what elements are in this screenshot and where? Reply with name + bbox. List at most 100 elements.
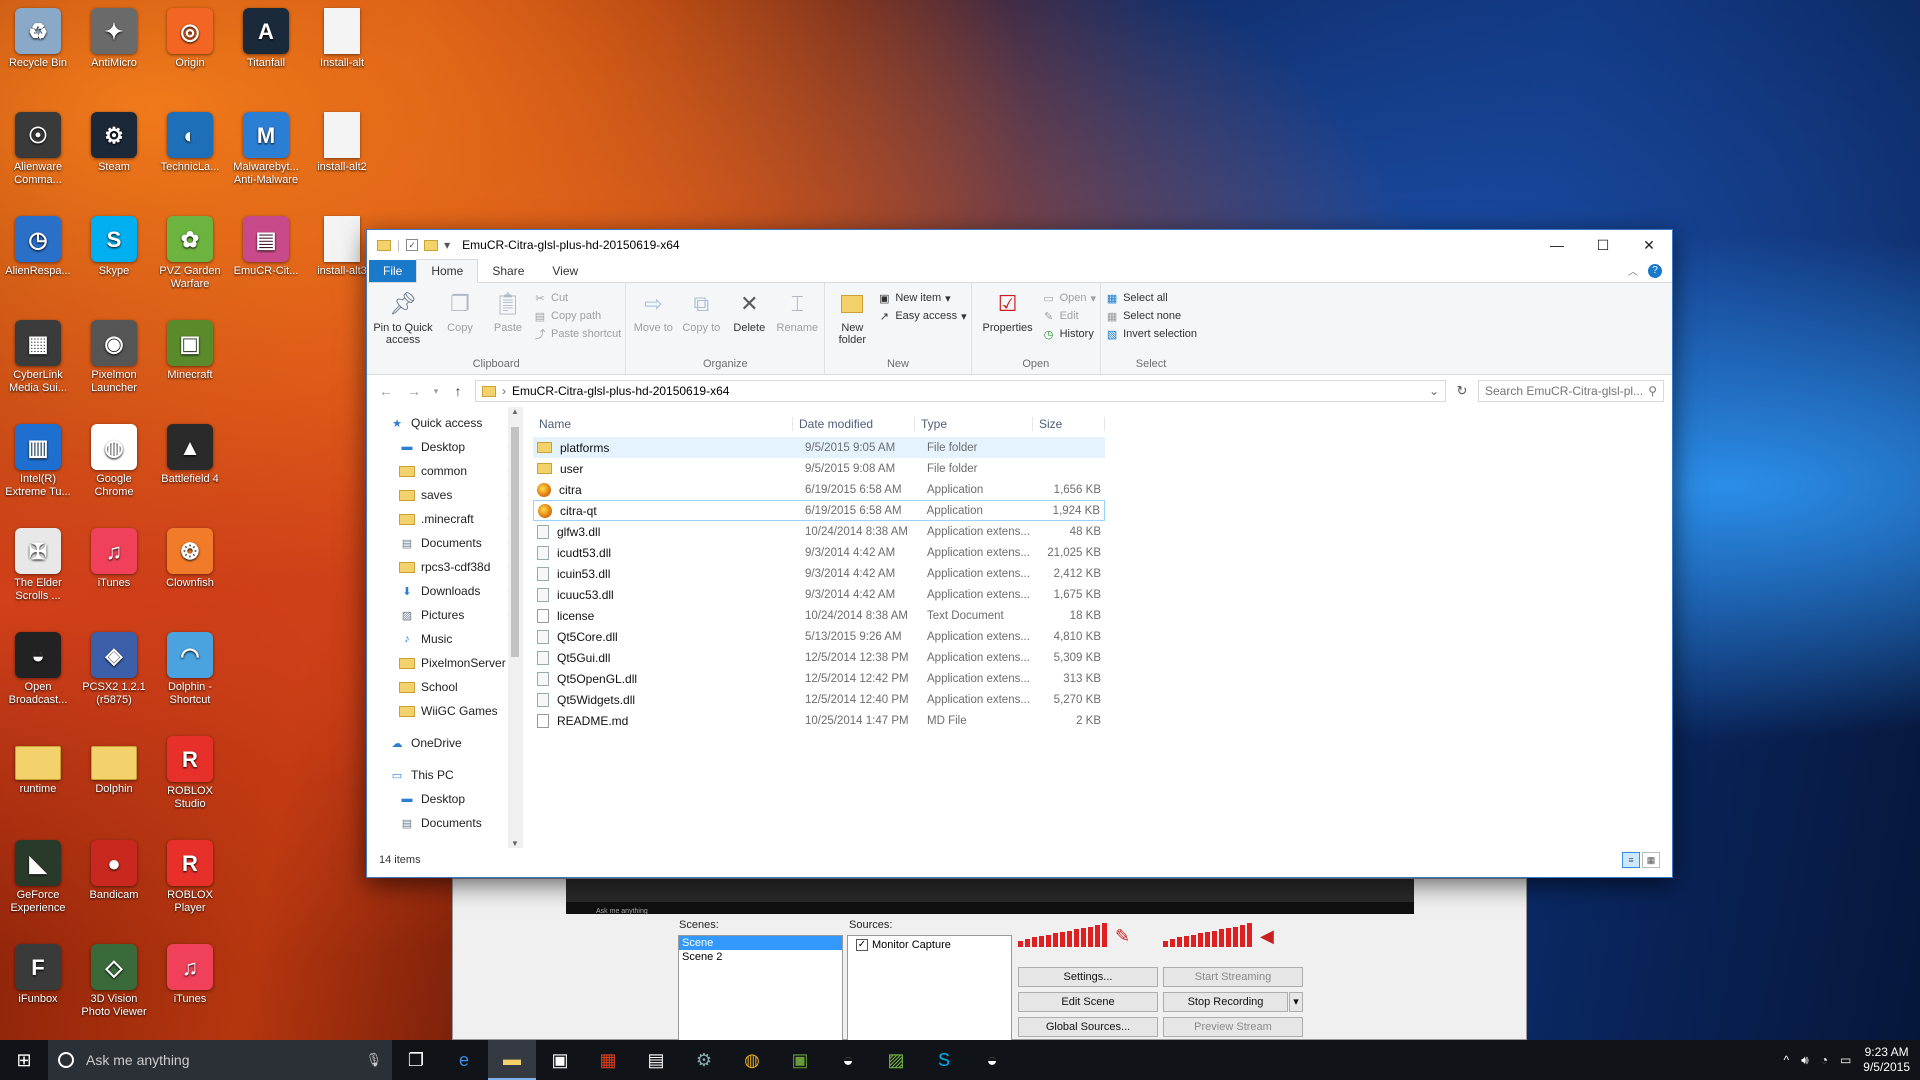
nav-item[interactable]: ▬Desktop✦ xyxy=(367,435,522,459)
desktop-shortcut[interactable]: M Malwarebyt... Anti-Malware xyxy=(228,112,304,187)
task-view-icon[interactable]: ❐ xyxy=(392,1040,440,1080)
tab-view[interactable]: View xyxy=(538,260,592,282)
microphone-icon[interactable]: ✎ xyxy=(1115,926,1130,947)
file-name-cell[interactable]: citra-qt xyxy=(534,503,793,518)
edge-icon[interactable]: e xyxy=(440,1040,488,1080)
desktop-shortcut[interactable]: ◈ PCSX2 1.2.1 (r5875) xyxy=(76,632,152,707)
file-row[interactable]: Qt5Gui.dll 12/5/2014 12:38 PM Application … xyxy=(533,647,1105,668)
microphone-icon[interactable]: 🎙︎ xyxy=(365,1052,382,1068)
nav-item[interactable]: ⬇Downloads✦ xyxy=(367,579,522,603)
start-button[interactable]: ⊞ xyxy=(0,1040,48,1080)
nav-item[interactable]: rpcs3-cdf38d✦ xyxy=(367,555,522,579)
copy-path-button[interactable]: ▤ Copy path xyxy=(533,309,621,323)
calculator-icon[interactable]: ▤ xyxy=(632,1040,680,1080)
maximize-button[interactable]: ☐ xyxy=(1580,230,1626,260)
new-folder-button[interactable]: New folder xyxy=(829,287,875,358)
open-button[interactable]: ▭ Open ▾ xyxy=(1042,291,1096,305)
large-icons-view-icon[interactable]: ▦ xyxy=(1642,852,1660,868)
nav-item[interactable]: ★ Quick access xyxy=(367,411,522,435)
nav-item[interactable]: ▤ Documents xyxy=(367,811,522,835)
tab-home[interactable]: Home xyxy=(416,259,479,283)
file-row[interactable]: Qt5OpenGL.dll 12/5/2014 12:42 PM Applicati… xyxy=(533,668,1105,689)
desktop-shortcut[interactable]: R ROBLOX Studio xyxy=(152,736,228,811)
history-button[interactable]: ◷ History xyxy=(1042,327,1096,341)
column-header-name[interactable]: Name xyxy=(533,417,793,431)
search-icon[interactable]: ⚲ xyxy=(1648,384,1657,398)
column-header-type[interactable]: Type xyxy=(915,417,1033,431)
desktop-shortcut[interactable]: Install-alt xyxy=(304,8,380,70)
search-input[interactable] xyxy=(1485,384,1649,398)
paste-button[interactable]: 📋︎ Paste xyxy=(485,287,531,358)
copy-to-button[interactable]: ⧉ Copy to xyxy=(678,287,724,358)
file-row[interactable]: icudt53.dll 9/3/2014 4:42 AM Application e… xyxy=(533,542,1105,563)
desktop-shortcut[interactable]: ● Bandicam xyxy=(76,840,152,902)
tab-share[interactable]: Share xyxy=(478,260,538,282)
easy-access-button[interactable]: ↗ Easy access ▾ xyxy=(877,309,967,323)
desktop-shortcut[interactable]: runtime xyxy=(0,736,76,796)
desktop-shortcut[interactable]: ▦ CyberLink Media Sui... xyxy=(0,320,76,395)
desktop-shortcut[interactable]: ◠ Dolphin - Shortcut xyxy=(152,632,228,707)
desktop-shortcut[interactable]: ▣ Minecraft xyxy=(152,320,228,382)
desktop-shortcut[interactable]: ◷ AlienRespa... xyxy=(0,216,76,278)
help-icon[interactable]: ? xyxy=(1648,263,1662,278)
edit-scene-button[interactable]: Edit Scene xyxy=(1018,992,1158,1012)
desktop-shortcut[interactable]: ✦ AntiMicro xyxy=(76,8,152,70)
file-row[interactable]: Qt5Widgets.dll 12/5/2014 12:40 PM Applicat… xyxy=(533,689,1105,710)
speaker-icon[interactable]: ◀ xyxy=(1260,926,1274,947)
desktop-shortcut[interactable]: Dolphin xyxy=(76,736,152,796)
nav-scrollbar[interactable]: ▲ ▼ xyxy=(508,407,522,848)
scene-item[interactable]: Scene 2 xyxy=(679,950,842,964)
collapse-ribbon-icon[interactable]: ︿ xyxy=(1628,263,1638,278)
global-sources-button[interactable]: Global Sources... xyxy=(1018,1017,1158,1037)
desktop-shortcut[interactable]: ▥ Intel(R) Extreme Tu... xyxy=(0,424,76,499)
chrome-taskbar-icon[interactable]: ◍ xyxy=(728,1040,776,1080)
desktop-shortcut[interactable]: ✿ PVZ Garden Warfare xyxy=(152,216,228,291)
desktop-shortcut[interactable]: ▲ Battlefield 4 xyxy=(152,424,228,486)
invert-selection-button[interactable]: ▧ Invert selection xyxy=(1105,327,1197,341)
up-button[interactable]: ↑ xyxy=(447,383,469,399)
nav-item[interactable]: ☁ OneDrive xyxy=(367,731,522,755)
file-name-cell[interactable]: Qt5Widgets.dll xyxy=(533,692,793,707)
move-to-button[interactable]: ⇨ Move to xyxy=(630,287,676,358)
store-icon[interactable]: ▣ xyxy=(536,1040,584,1080)
desktop-shortcut[interactable]: ☉ Alienware Comma... xyxy=(0,112,76,187)
sources-list[interactable]: ✓ Monitor Capture xyxy=(847,935,1012,1041)
details-view-icon[interactable]: ≡ xyxy=(1622,852,1640,868)
desktop-shortcut[interactable]: ▤ EmuCR-Cit... xyxy=(228,216,304,278)
desktop-shortcut[interactable]: ◒ Open Broadcast... xyxy=(0,632,76,707)
nav-item[interactable]: .minecraft✦ xyxy=(367,507,522,531)
cortana-search[interactable]: Ask me anything 🎙︎ xyxy=(48,1040,392,1080)
edit-button[interactable]: ✎ Edit xyxy=(1042,309,1096,323)
new-item-button[interactable]: ▣ New item ▾ xyxy=(877,291,966,305)
cut-button[interactable]: ✂ Cut xyxy=(533,291,621,305)
file-row[interactable]: icuuc53.dll 9/3/2014 4:42 AM Application e… xyxy=(533,584,1105,605)
nav-item[interactable]: ♪ Music xyxy=(367,627,522,651)
scene-item[interactable]: Scene xyxy=(679,936,842,950)
paste-shortcut-button[interactable]: ⤴ Paste shortcut xyxy=(533,327,622,341)
nav-item[interactable]: WiiGC Games xyxy=(367,699,522,723)
copy-button[interactable]: ❐ Copy xyxy=(437,287,483,358)
title-bar[interactable]: | ✓ ▾ EmuCR-Citra-glsl-plus-hd-20150619-… xyxy=(367,230,1672,260)
scroll-down-icon[interactable]: ▼ xyxy=(508,839,522,848)
desktop-shortcut[interactable]: ♻ Recycle Bin xyxy=(0,8,76,70)
scroll-up-icon[interactable]: ▲ xyxy=(508,407,522,416)
file-name-cell[interactable]: icuuc53.dll xyxy=(533,587,793,602)
minecraft-taskbar-icon[interactable]: ▣ xyxy=(776,1040,824,1080)
file-name-cell[interactable]: Qt5Core.dll xyxy=(533,629,793,644)
file-name-cell[interactable]: glfw3.dll xyxy=(533,524,793,539)
address-dropdown-icon[interactable]: ⌄ xyxy=(1429,384,1439,398)
file-name-cell[interactable]: icudt53.dll xyxy=(533,545,793,560)
preview-stream-button[interactable]: Preview Stream xyxy=(1163,1017,1303,1037)
rename-button[interactable]: ⌶ Rename xyxy=(774,287,820,358)
file-row[interactable]: glfw3.dll 10/24/2014 8:38 AM Application e… xyxy=(533,521,1105,542)
select-none-button[interactable]: ▦ Select none xyxy=(1105,309,1197,323)
scroll-thumb[interactable] xyxy=(511,427,519,657)
file-row[interactable]: Qt5Core.dll 5/13/2015 9:26 AM Application … xyxy=(533,626,1105,647)
column-header-size[interactable]: Size xyxy=(1033,417,1105,431)
volume-icon[interactable]: 🔊︎ xyxy=(1801,1053,1809,1068)
new-folder-qat-icon[interactable] xyxy=(424,239,439,251)
select-all-button[interactable]: ▦ Select all xyxy=(1105,291,1197,305)
desktop-shortcut[interactable]: A Titanfall xyxy=(228,8,304,70)
file-name-cell[interactable]: README.md xyxy=(533,713,793,728)
customize-qat-icon[interactable]: ▾ xyxy=(444,238,450,252)
